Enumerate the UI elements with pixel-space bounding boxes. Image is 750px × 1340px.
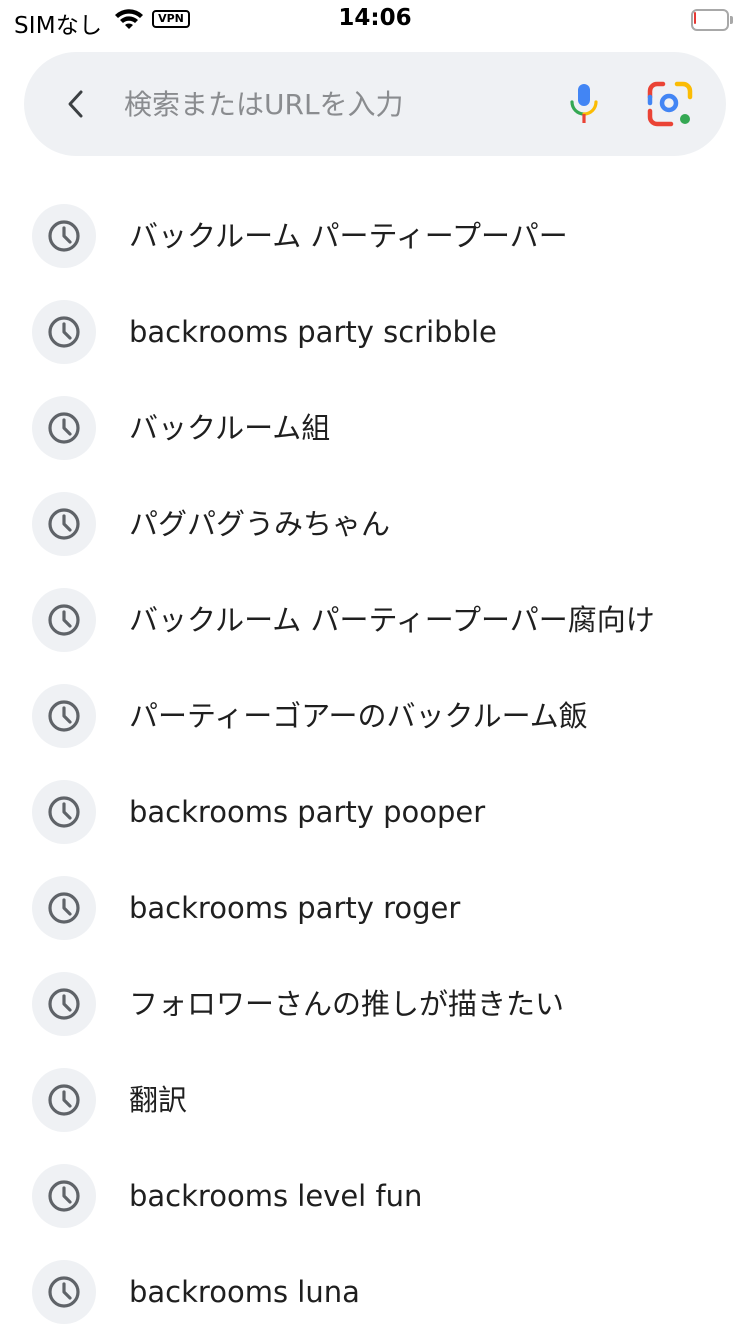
google-lens-button[interactable] — [644, 78, 696, 130]
voice-search-button[interactable] — [560, 80, 608, 128]
history-item-label: 翻訳 — [129, 1083, 188, 1117]
back-button[interactable] — [52, 80, 100, 128]
history-icon-container — [32, 1260, 96, 1324]
status-time: 14:06 — [338, 5, 412, 31]
google-lens-icon — [647, 81, 693, 127]
history-icon-container — [32, 1164, 96, 1228]
history-item[interactable]: フォロワーさんの推しが描きたい — [0, 956, 750, 1052]
history-item-label: フォロワーさんの推しが描きたい — [129, 987, 565, 1021]
history-clock-icon — [48, 412, 80, 444]
status-bar: SIMなし VPN 14:06 — [0, 0, 750, 40]
battery-level — [694, 12, 696, 24]
history-item-label: backrooms party pooper — [129, 795, 486, 829]
history-clock-icon — [48, 796, 80, 828]
history-clock-icon — [48, 508, 80, 540]
history-item-label: backrooms party roger — [129, 891, 461, 925]
history-icon-container — [32, 972, 96, 1036]
history-item[interactable]: パグパグうみちゃん — [0, 476, 750, 572]
history-clock-icon — [48, 604, 80, 636]
history-icon-container — [32, 684, 96, 748]
microphone-icon — [570, 84, 598, 123]
history-item[interactable]: バックルーム組 — [0, 380, 750, 476]
history-icon-container — [32, 300, 96, 364]
history-icon-container — [32, 780, 96, 844]
history-icon-container — [32, 492, 96, 556]
history-icon-container — [32, 588, 96, 652]
history-item-label: バックルーム パーティープーパー腐向け — [129, 603, 655, 637]
history-item[interactable]: backrooms party scribble — [0, 284, 750, 380]
history-clock-icon — [48, 988, 80, 1020]
history-item-label: バックルーム パーティープーパー — [129, 219, 568, 253]
history-item-label: backrooms level fun — [129, 1179, 423, 1213]
history-item-label: backrooms party scribble — [129, 315, 497, 349]
history-icon-container — [32, 204, 96, 268]
history-clock-icon — [48, 1180, 80, 1212]
search-history-list: バックルーム パーティープーパー backrooms party scribbl… — [0, 188, 750, 1340]
chevron-left-icon — [68, 90, 83, 118]
search-bar — [24, 52, 726, 156]
history-item-label: パグパグうみちゃん — [129, 507, 391, 541]
history-clock-icon — [48, 892, 80, 924]
history-item-label: パーティーゴアーのバックルーム飯 — [129, 699, 588, 733]
history-item[interactable]: backrooms luna — [0, 1244, 750, 1340]
history-item-label: バックルーム組 — [129, 411, 331, 445]
history-item[interactable]: バックルーム パーティープーパー — [0, 188, 750, 284]
history-item[interactable]: パーティーゴアーのバックルーム飯 — [0, 668, 750, 764]
history-item-label: backrooms luna — [129, 1275, 360, 1309]
history-clock-icon — [48, 1276, 80, 1308]
history-item[interactable]: 翻訳 — [0, 1052, 750, 1148]
search-input[interactable] — [124, 78, 544, 130]
history-clock-icon — [48, 700, 80, 732]
history-clock-icon — [48, 1084, 80, 1116]
history-item[interactable]: バックルーム パーティープーパー腐向け — [0, 572, 750, 668]
history-item[interactable]: backrooms party pooper — [0, 764, 750, 860]
history-item[interactable]: backrooms level fun — [0, 1148, 750, 1244]
history-icon-container — [32, 1068, 96, 1132]
history-item[interactable]: backrooms party roger — [0, 860, 750, 956]
history-clock-icon — [48, 220, 80, 252]
battery-icon — [691, 9, 733, 31]
history-icon-container — [32, 876, 96, 940]
history-clock-icon — [48, 316, 80, 348]
history-icon-container — [32, 396, 96, 460]
